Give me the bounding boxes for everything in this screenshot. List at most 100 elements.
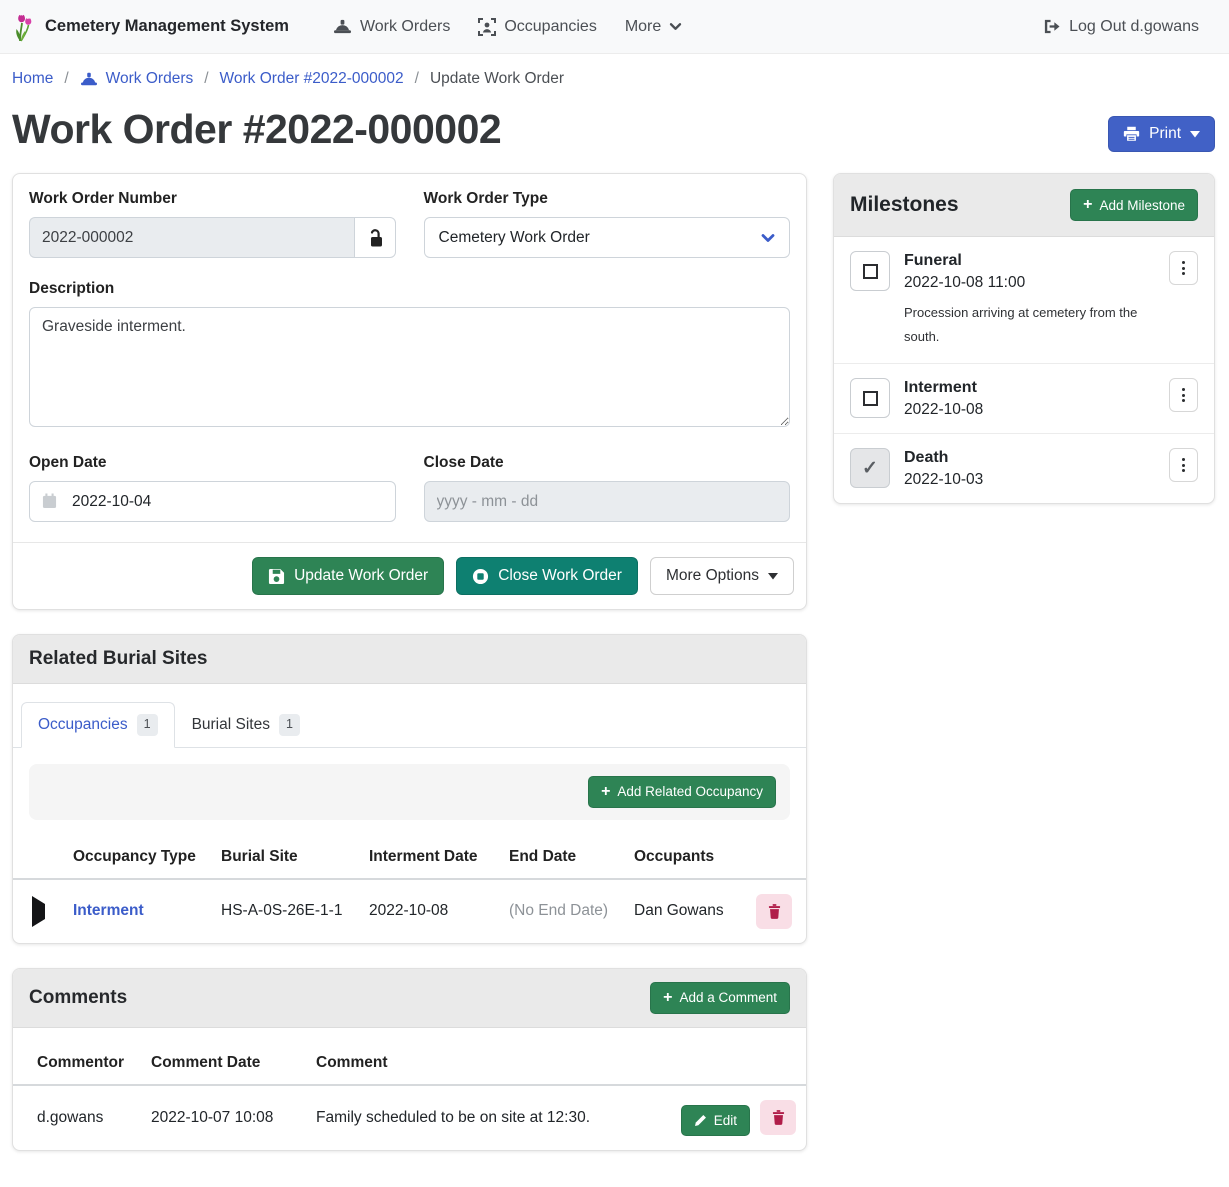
update-work-order-label: Update Work Order xyxy=(294,567,428,585)
comment-date-value: 2022-10-07 10:08 xyxy=(141,1085,306,1150)
work-order-type-value: Cemetery Work Order xyxy=(439,229,590,247)
col-occupants: Occupants xyxy=(624,836,746,879)
close-date-input xyxy=(424,481,791,522)
milestone-menu-button[interactable] xyxy=(1169,448,1198,482)
trash-icon xyxy=(772,1110,785,1125)
related-tabs: Occupancies 1 Burial Sites 1 xyxy=(13,694,806,748)
edit-comment-button[interactable]: Edit xyxy=(681,1105,750,1136)
tab-occupancies-count: 1 xyxy=(137,714,158,736)
print-button[interactable]: Print xyxy=(1108,116,1215,152)
milestone-checkbox-checked[interactable]: ✓ xyxy=(850,448,890,488)
description-label: Description xyxy=(29,280,790,298)
stop-circle-icon xyxy=(472,568,489,585)
checkbox-square-icon xyxy=(863,264,878,279)
add-comment-label: Add a Comment xyxy=(679,990,777,1005)
milestone-item: Funeral 2022-10-08 11:00 Procession arri… xyxy=(834,237,1214,364)
unlock-button[interactable] xyxy=(354,217,396,258)
add-milestone-button[interactable]: + Add Milestone xyxy=(1070,189,1198,221)
print-label: Print xyxy=(1149,125,1181,143)
milestone-checkbox[interactable] xyxy=(850,378,890,418)
tab-burial-sites-label: Burial Sites xyxy=(192,716,270,734)
more-options-button[interactable]: More Options xyxy=(650,557,794,595)
nav-work-orders[interactable]: Work Orders xyxy=(319,10,464,44)
chevron-down-icon xyxy=(761,233,775,243)
milestone-item: ✓ Death 2022-10-03 xyxy=(834,434,1214,503)
check-icon: ✓ xyxy=(862,457,878,480)
work-order-number-label: Work Order Number xyxy=(29,190,396,208)
milestone-title: Funeral xyxy=(904,252,1155,270)
work-order-number-input xyxy=(29,217,354,258)
col-occupancy-type: Occupancy Type xyxy=(63,836,211,879)
work-order-type-select[interactable]: Cemetery Work Order xyxy=(424,217,791,258)
hard-hat-icon xyxy=(80,71,98,87)
milestone-date: 2022-10-03 xyxy=(904,471,1155,489)
more-options-label: More Options xyxy=(666,567,759,585)
tab-burial-sites-count: 1 xyxy=(279,714,300,736)
occupants-value: Dan Gowans xyxy=(624,879,746,943)
col-commentor: Commentor xyxy=(13,1042,141,1085)
milestone-title: Death xyxy=(904,449,1155,467)
occupancy-type-link[interactable]: Interment xyxy=(73,902,144,919)
breadcrumb-work-order[interactable]: Work Order #2022-000002 xyxy=(220,70,404,88)
comments-table: Commentor Comment Date Comment d.gowans … xyxy=(13,1042,806,1150)
caret-down-icon xyxy=(768,573,778,580)
page-title: Work Order #2022-000002 xyxy=(12,106,501,153)
plus-icon: + xyxy=(663,990,672,1006)
occupancies-toolbar: + Add Related Occupancy xyxy=(29,764,790,820)
open-date-input[interactable] xyxy=(29,481,396,522)
add-related-occupancy-label: Add Related Occupancy xyxy=(617,784,763,799)
burial-site-value: HS-A-0S-26E-1-1 xyxy=(211,879,359,943)
col-interment-date: Interment Date xyxy=(359,836,499,879)
comment-value: Family scheduled to be on site at 12:30. xyxy=(306,1085,671,1150)
save-icon xyxy=(268,568,285,585)
add-related-occupancy-button[interactable]: + Add Related Occupancy xyxy=(588,776,776,808)
breadcrumb-separator: / xyxy=(64,70,68,88)
comment-row: d.gowans 2022-10-07 10:08 Family schedul… xyxy=(13,1085,806,1150)
logout-label: Log Out d.gowans xyxy=(1069,18,1199,36)
work-order-form-card: Work Order Number xyxy=(12,173,807,610)
milestones-title: Milestones xyxy=(850,193,959,217)
end-date-value: (No End Date) xyxy=(499,879,624,943)
milestone-title: Interment xyxy=(904,379,1155,397)
milestone-menu-button[interactable] xyxy=(1169,251,1198,285)
col-comment-date: Comment Date xyxy=(141,1042,306,1085)
open-date-label: Open Date xyxy=(29,454,396,472)
col-end-date: End Date xyxy=(499,836,624,879)
nav-occupancies[interactable]: Occupancies xyxy=(464,10,611,44)
interment-date-value: 2022-10-08 xyxy=(359,879,499,943)
breadcrumb-home[interactable]: Home xyxy=(12,70,53,88)
trash-icon xyxy=(768,904,781,919)
add-comment-button[interactable]: + Add a Comment xyxy=(650,982,790,1014)
delete-occupancy-button[interactable] xyxy=(756,894,792,929)
breadcrumb: Home / Work Orders / Work Order #2022-00… xyxy=(0,54,1229,102)
close-work-order-button[interactable]: Close Work Order xyxy=(456,557,638,595)
nav-work-orders-label: Work Orders xyxy=(360,18,450,36)
related-burial-sites-card: Related Burial Sites Occupancies 1 Buria… xyxy=(12,634,807,944)
col-burial-site: Burial Site xyxy=(211,836,359,879)
caret-down-icon xyxy=(1190,131,1200,138)
tab-burial-sites[interactable]: Burial Sites 1 xyxy=(175,702,317,748)
tab-occupancies[interactable]: Occupancies 1 xyxy=(21,702,175,748)
logout-icon xyxy=(1042,18,1061,35)
occupant-frame-icon xyxy=(478,18,496,36)
milestone-menu-button[interactable] xyxy=(1169,378,1198,412)
milestone-checkbox[interactable] xyxy=(850,251,890,291)
comments-card: Comments + Add a Comment Commentor Comme… xyxy=(12,968,807,1151)
plus-icon: + xyxy=(1083,197,1092,213)
nav-more-label: More xyxy=(625,18,661,36)
description-textarea[interactable]: Graveside interment. xyxy=(29,307,790,427)
close-date-label: Close Date xyxy=(424,454,791,472)
nav-more[interactable]: More xyxy=(611,10,696,44)
app-brand[interactable]: Cemetery Management System xyxy=(12,12,289,42)
breadcrumb-work-orders[interactable]: Work Orders xyxy=(80,70,194,88)
add-milestone-label: Add Milestone xyxy=(1099,198,1185,213)
logout-button[interactable]: Log Out d.gowans xyxy=(1028,10,1213,44)
col-comment: Comment xyxy=(306,1042,671,1085)
top-navbar: Cemetery Management System Work Orders O… xyxy=(0,0,1229,54)
milestones-card: Milestones + Add Milestone Funeral 2022-… xyxy=(833,173,1215,504)
lock-open-icon xyxy=(366,228,384,248)
close-work-order-label: Close Work Order xyxy=(498,567,622,585)
update-work-order-button[interactable]: Update Work Order xyxy=(252,557,444,595)
expand-row-button[interactable] xyxy=(30,900,47,923)
delete-comment-button[interactable] xyxy=(760,1100,796,1135)
